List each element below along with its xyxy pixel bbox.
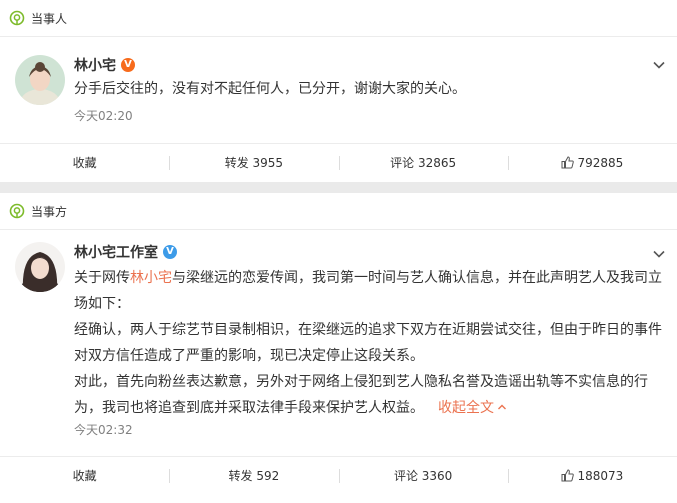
comment-button[interactable]: 评论 32865 — [338, 144, 508, 182]
avatar[interactable] — [15, 242, 65, 292]
section-label: 当事人 — [31, 11, 68, 26]
post-paragraph: 分手后交往的，没有对不起任何人，已分开，谢谢大家的关心。 — [74, 81, 466, 97]
thumbs-up-icon — [561, 146, 575, 184]
like-button[interactable]: 792885 — [507, 144, 677, 184]
author-name[interactable]: 林小宅 — [74, 55, 116, 75]
text-segment: 对此，首先向粉丝表达歉意，另外对于网络上侵犯到艺人隐私名誉及造谣出轨等不实信息的… — [74, 374, 648, 416]
post-paragraph: 对此，首先向粉丝表达歉意，另外对于网络上侵犯到艺人隐私名誉及造谣出轨等不实信息的… — [74, 369, 663, 421]
post-card: 当事人 林小宅 V 分手后交往的，没有对不起任何人，已分开，谢谢大家的关心。 今… — [0, 0, 677, 182]
like-count: 188073 — [577, 469, 624, 483]
post-text: 分手后交往的，没有对不起任何人，已分开，谢谢大家的关心。 — [74, 76, 663, 102]
comment-label: 评论 32865 — [390, 156, 457, 170]
post-card: 当事方 林小宅工作室 V 关于网传林小宅与梁继远的恋爱传闻，我司第一时间与艺人确… — [0, 193, 677, 503]
action-bar: 收藏 转发 592 评论 3360 188073 — [0, 456, 677, 495]
collapse-label: 收起全文 — [438, 400, 494, 416]
section-header: 当事人 — [0, 0, 677, 37]
author-name-row: 林小宅 V — [74, 55, 135, 75]
comment-label: 评论 3360 — [393, 469, 453, 483]
author-name[interactable]: 林小宅工作室 — [74, 242, 158, 262]
like-button[interactable]: 188073 — [507, 457, 677, 497]
avatar[interactable] — [15, 55, 65, 105]
author-name-row: 林小宅工作室 V — [74, 242, 177, 262]
favorite-label: 收藏 — [72, 156, 97, 170]
post-text: 关于网传林小宅与梁继远的恋爱传闻，我司第一时间与艺人确认信息，并在此声明艺人及我… — [74, 265, 663, 421]
favorite-button[interactable]: 收藏 — [0, 144, 169, 182]
verified-badge-icon: V — [163, 245, 177, 259]
repost-button[interactable]: 转发 3955 — [169, 144, 338, 182]
favorite-button[interactable]: 收藏 — [0, 457, 169, 495]
action-bar: 收藏 转发 3955 评论 32865 792885 — [0, 143, 677, 182]
mention-link[interactable]: 林小宅 — [130, 270, 172, 286]
post-paragraph: 关于网传林小宅与梁继远的恋爱传闻，我司第一时间与艺人确认信息，并在此声明艺人及我… — [74, 265, 663, 317]
location-tag-icon — [9, 203, 25, 219]
chevron-down-icon[interactable] — [652, 57, 666, 71]
repost-label: 转发 3955 — [224, 156, 284, 170]
location-tag-icon — [9, 10, 25, 26]
collapse-link[interactable]: 收起全文 — [438, 400, 507, 416]
repost-button[interactable]: 转发 592 — [169, 457, 338, 495]
text-segment: 关于网传 — [74, 270, 130, 286]
thumbs-up-icon — [561, 459, 575, 497]
post-paragraph: 经确认，两人于综艺节目录制相识，在梁继远的追求下双方在近期尝试交往，但由于昨日的… — [74, 322, 662, 364]
repost-label: 转发 592 — [228, 469, 280, 483]
chevron-down-icon[interactable] — [652, 246, 666, 260]
comment-button[interactable]: 评论 3360 — [338, 457, 508, 495]
chevron-up-icon — [498, 404, 506, 410]
section-label: 当事方 — [31, 204, 68, 219]
like-count: 792885 — [577, 156, 624, 170]
section-header: 当事方 — [0, 193, 677, 230]
post-time[interactable]: 今天02:20 — [74, 107, 133, 124]
verified-badge-icon: V — [121, 58, 135, 72]
post-time[interactable]: 今天02:32 — [74, 421, 133, 438]
favorite-label: 收藏 — [72, 469, 97, 483]
